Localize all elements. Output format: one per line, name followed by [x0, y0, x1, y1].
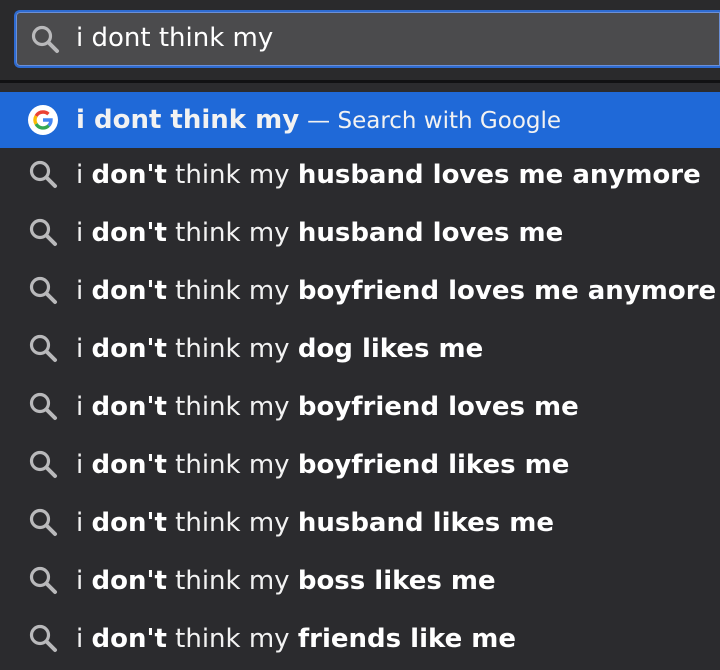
suggestion-prefix: i: [76, 392, 92, 422]
suggestion-middle: think my: [166, 566, 298, 596]
suggestion-bold-part: don't: [91, 566, 167, 596]
suggestion-completion: boyfriend loves me anymore: [297, 276, 717, 306]
suggestion-completion: husband loves me: [297, 218, 564, 248]
search-icon: [29, 160, 57, 188]
suggestion-text: i don't think my husband loves me anymor…: [76, 158, 701, 192]
suggestion-text: i don't think my boyfriend likes me: [76, 448, 569, 482]
google-search-suggestion[interactable]: i dont think my — Search with Google: [0, 92, 720, 148]
suggestion-bold-part: don't: [91, 508, 167, 538]
suggestion-prefix: i: [76, 508, 92, 538]
suggestion-completion: dog likes me: [297, 334, 484, 364]
suggestion-item[interactable]: i don't think my husband loves me: [0, 206, 720, 264]
suggestion-item[interactable]: i don't think my husband likes me: [0, 496, 720, 554]
suggestion-text: i don't think my husband likes me: [76, 506, 554, 540]
suggestion-middle: think my: [166, 334, 298, 364]
search-input-value: i dont think my: [76, 23, 274, 53]
suggestion-item[interactable]: i don't think my boyfriend loves me anym…: [0, 264, 720, 322]
suggestion-bold-part: don't: [91, 392, 167, 422]
suggestion-prefix: i: [76, 624, 92, 654]
suggestion-bold-part: don't: [91, 624, 167, 654]
search-icon: [29, 218, 57, 246]
search-icon: [29, 566, 57, 594]
suggestion-middle: think my: [166, 508, 298, 538]
search-icon: [29, 276, 57, 304]
divider: [0, 80, 720, 83]
suggestion-text: i don't think my boss likes me: [76, 564, 496, 598]
suggestion-text: i don't think my dog likes me: [76, 332, 483, 366]
suggestion-completion: boyfriend likes me: [297, 450, 570, 480]
suggestion-prefix: i: [76, 566, 92, 596]
suggestion-prefix: i: [76, 334, 92, 364]
search-icon: [29, 624, 57, 652]
suggestion-prefix: i: [76, 450, 92, 480]
google-icon: [28, 105, 58, 135]
suggestion-completion: friends like me: [297, 624, 516, 654]
suggestion-bold-part: don't: [91, 450, 167, 480]
suggestion-text: i don't think my boyfriend loves me anym…: [76, 274, 716, 308]
search-input[interactable]: i dont think my: [14, 10, 720, 68]
suggestion-completion: husband likes me: [297, 508, 554, 538]
suggestion-prefix: i: [76, 160, 92, 190]
suggestion-text: i don't think my boyfriend loves me: [76, 390, 579, 424]
suggestion-middle: think my: [166, 624, 298, 654]
suggestion-prefix: i: [76, 218, 92, 248]
suggestion-item[interactable]: i don't think my boss likes me: [0, 554, 720, 612]
search-icon: [29, 334, 57, 362]
suggestion-item[interactable]: i don't think my friends like me: [0, 612, 720, 670]
suggestion-item[interactable]: i don't think my husband loves me anymor…: [0, 148, 720, 206]
suggestion-item[interactable]: i don't think my dog likes me: [0, 322, 720, 380]
suggestion-middle: think my: [166, 218, 298, 248]
search-icon: [29, 392, 57, 420]
suggestion-completion: boss likes me: [297, 566, 496, 596]
search-icon: [31, 25, 59, 53]
suggestion-completion: boyfriend loves me: [297, 392, 579, 422]
suggestion-text: i don't think my husband loves me: [76, 216, 563, 250]
suggestion-query: i dont think my: [76, 105, 300, 135]
suggestion-bold-part: don't: [91, 276, 167, 306]
suggestion-bold-part: don't: [91, 334, 167, 364]
search-icon: [29, 450, 57, 478]
search-engine-label: — Search with Google: [307, 108, 562, 134]
suggestion-middle: think my: [166, 276, 298, 306]
suggestion-item[interactable]: i don't think my boyfriend loves me: [0, 380, 720, 438]
suggestion-middle: think my: [166, 392, 298, 422]
search-icon: [29, 508, 57, 536]
suggestion-list: i dont think my — Search with Google i do…: [0, 92, 720, 670]
suggestion-bold-part: don't: [91, 160, 167, 190]
suggestion-middle: think my: [166, 160, 298, 190]
suggestion-completion: husband loves me anymore: [297, 160, 701, 190]
address-bar-area: i dont think my: [0, 0, 720, 80]
suggestion-middle: think my: [166, 450, 298, 480]
suggestion-text: i don't think my friends like me: [76, 622, 516, 656]
suggestion-item[interactable]: i don't think my boyfriend likes me: [0, 438, 720, 496]
suggestion-prefix: i: [76, 276, 92, 306]
suggestion-bold-part: don't: [91, 218, 167, 248]
google-search-suggestion-text: i dont think my — Search with Google: [76, 103, 561, 138]
